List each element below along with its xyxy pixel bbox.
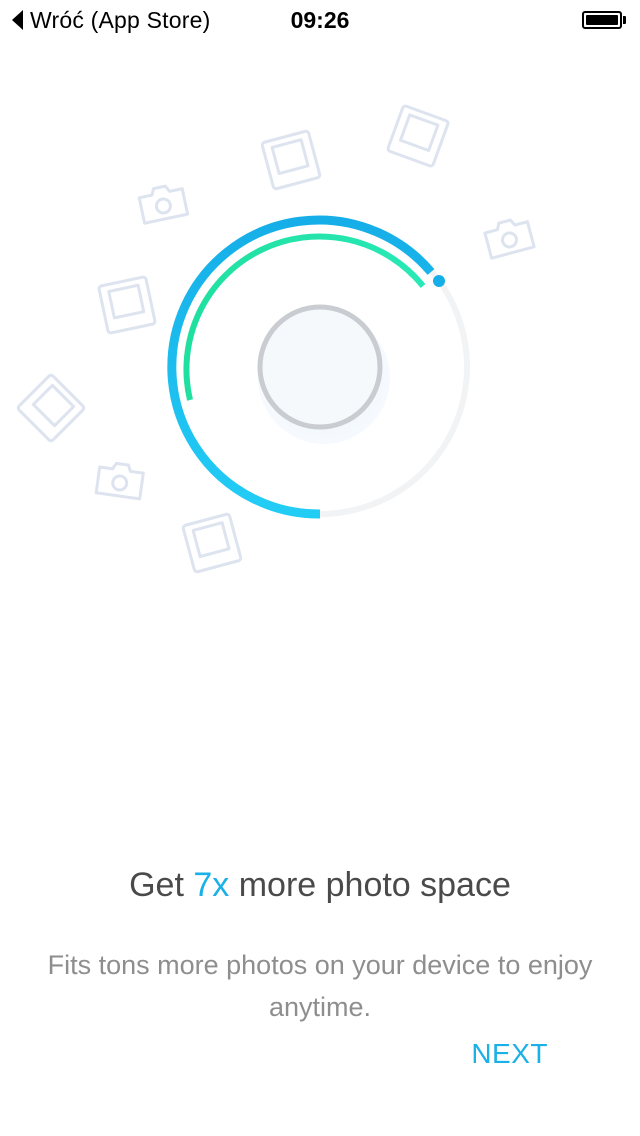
status-time: 09:26 bbox=[290, 7, 350, 33]
storage-illustration bbox=[16, 104, 536, 574]
photo-frame-icon bbox=[97, 275, 157, 335]
camera-icon bbox=[137, 184, 190, 225]
progress-end-dot bbox=[433, 275, 445, 287]
photo-frame-icon bbox=[181, 512, 243, 574]
next-button[interactable]: NEXT bbox=[471, 1038, 548, 1070]
headline-prefix: Get bbox=[129, 866, 194, 904]
battery-icon bbox=[582, 11, 626, 29]
status-bar: Wróć (App Store) 09:26 bbox=[0, 0, 640, 40]
headline-suffix: more photo space bbox=[229, 866, 511, 904]
camera-icon bbox=[94, 461, 145, 501]
center-circle bbox=[257, 304, 383, 430]
headline: Get 7x more photo space bbox=[0, 862, 640, 908]
photo-frame-icon bbox=[16, 373, 86, 443]
photo-frame-icon bbox=[260, 129, 322, 191]
photo-frame-icon bbox=[386, 104, 450, 168]
headline-highlight: 7x bbox=[193, 866, 230, 904]
onboarding-screen: Wróć (App Store) 09:26 Get 7x more photo… bbox=[0, 0, 640, 1136]
camera-icon bbox=[483, 218, 536, 260]
subtitle: Fits tons more photos on your device to … bbox=[47, 950, 593, 1022]
